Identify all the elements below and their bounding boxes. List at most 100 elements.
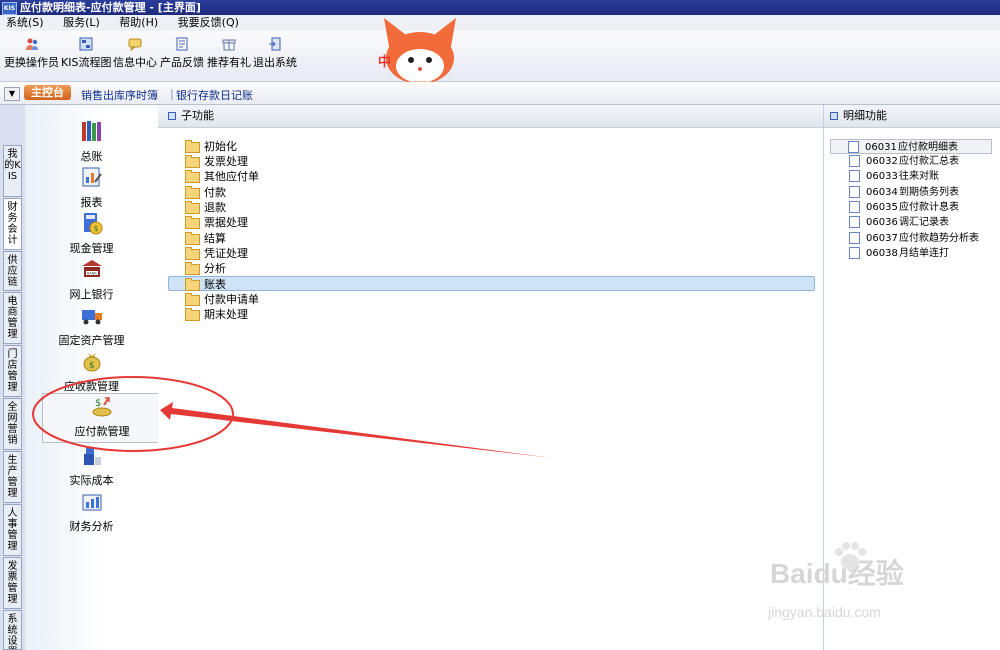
message-icon xyxy=(128,38,142,51)
document-icon xyxy=(849,170,860,182)
module-cash-management[interactable]: $ 现金管理 xyxy=(25,211,158,256)
sub-function-header: 子功能 xyxy=(158,105,823,128)
folder-initialization[interactable]: 初始化 xyxy=(185,139,237,154)
folder-other-payables[interactable]: 其他应付单 xyxy=(185,169,259,184)
detail-item-06033[interactable]: 06033往来对账 xyxy=(832,169,939,184)
bank-deposit-journal-link[interactable]: 银行存款日记账 xyxy=(176,87,253,103)
menu-bar: 系统(S) 服务(L) 帮助(H) 我要反馈(Q) xyxy=(0,15,1000,31)
folder-icon xyxy=(185,139,200,153)
exit-icon xyxy=(269,37,281,51)
cost-blocks-icon xyxy=(83,447,101,465)
detail-item-06035[interactable]: 06035应付款计息表 xyxy=(832,200,959,215)
folder-icon xyxy=(185,169,200,183)
folder-icon xyxy=(185,246,200,260)
watermark-url: jingyan.baidu.com xyxy=(768,604,881,620)
module-payables[interactable]: $ 应付款管理 xyxy=(42,393,162,443)
folder-open-icon xyxy=(185,277,200,291)
module-receivables[interactable]: $ 应收款管理 xyxy=(25,349,158,394)
recommend-gift-button[interactable]: 推荐有礼 xyxy=(207,37,251,70)
gift-icon xyxy=(222,39,236,51)
module-reports[interactable]: 报表 xyxy=(25,165,158,210)
folder-icon xyxy=(185,261,200,275)
folder-settlement[interactable]: 结算 xyxy=(185,231,226,246)
module-fixed-assets[interactable]: 固定资产管理 xyxy=(25,303,158,348)
home-console-tab[interactable]: 主控台 xyxy=(24,85,71,100)
folder-refund[interactable]: 退款 xyxy=(185,200,226,215)
folder-icon xyxy=(185,231,200,245)
detail-item-06037[interactable]: 06037应付款趋势分析表 xyxy=(832,231,979,246)
toolbar: 更换操作员 KIS流程图 信息中心 产品反馈 推荐有礼 退出系统 中 xyxy=(0,18,1000,103)
side-tab-ecommerce[interactable]: 电商管理 xyxy=(3,292,22,344)
detail-item-06031[interactable]: 06031应付款明细表 xyxy=(830,139,992,154)
document-icon xyxy=(848,141,859,153)
detail-item-06032[interactable]: 06032应付款汇总表 xyxy=(832,154,959,169)
menu-help[interactable]: 帮助(H) xyxy=(119,16,158,29)
menu-service[interactable]: 服务(L) xyxy=(63,16,100,29)
side-tab-strip: 我的KIS 财务会计 供应链 电商管理 门店管理 全网营销 生产管理 人事管理 … xyxy=(0,105,26,650)
folder-bill-processing[interactable]: 票据处理 xyxy=(185,215,248,230)
menu-feedback[interactable]: 我要反馈(Q) xyxy=(178,16,239,29)
detail-item-06036[interactable]: 06036调汇记录表 xyxy=(832,215,949,230)
analysis-chart-icon xyxy=(82,494,101,511)
side-tab-finance[interactable]: 财务会计 xyxy=(3,198,22,250)
side-tab-marketing[interactable]: 全网营销 xyxy=(3,398,22,450)
module-actual-cost[interactable]: 实际成本 xyxy=(25,443,158,488)
folder-icon xyxy=(185,200,200,214)
bank-icon: BANK xyxy=(81,260,102,277)
side-tab-invoice[interactable]: 发票管理 xyxy=(3,557,22,609)
detail-function-header: 明细功能 xyxy=(824,105,1000,128)
detail-item-06034[interactable]: 06034到期债务列表 xyxy=(832,185,959,200)
title-bar: KIS 应付款明细表-应付款管理 - [主界面] xyxy=(0,0,1000,15)
side-tab-supply-chain[interactable]: 供应链 xyxy=(3,251,22,291)
money-bag-icon: $ xyxy=(83,353,100,372)
folder-icon xyxy=(185,307,200,321)
svg-text:$: $ xyxy=(89,361,95,371)
paw-watermark-icon xyxy=(835,542,866,570)
change-operator-button[interactable]: 更换操作员 xyxy=(4,37,59,70)
users-icon xyxy=(25,38,38,50)
side-tab-hr[interactable]: 人事管理 xyxy=(3,504,22,556)
side-tab-production[interactable]: 生产管理 xyxy=(3,451,22,503)
folder-icon xyxy=(185,215,200,229)
app-icon: KIS xyxy=(2,2,17,15)
sub-function-pane: 子功能 初始化 发票处理 其他应付单 付款 退款 票据处理 结算 凭证处理 分析… xyxy=(158,105,824,650)
module-online-banking[interactable]: BANK 网上银行 xyxy=(25,257,158,302)
product-feedback-button[interactable]: 产品反馈 xyxy=(160,37,204,70)
folder-analysis[interactable]: 分析 xyxy=(185,261,226,276)
folder-period-end[interactable]: 期末处理 xyxy=(185,307,248,322)
exit-system-button[interactable]: 退出系统 xyxy=(253,37,297,70)
nav-dropdown-button[interactable]: ▼ xyxy=(4,87,20,101)
sales-outbound-journal-link[interactable]: 销售出库序时簿 xyxy=(81,87,158,103)
document-icon xyxy=(849,155,860,167)
svg-text:$: $ xyxy=(95,398,101,409)
folder-icon xyxy=(185,154,200,168)
menu-system[interactable]: 系统(S) xyxy=(6,16,44,29)
truck-icon xyxy=(81,310,102,325)
folder-payment-request[interactable]: 付款申请单 xyxy=(185,292,259,307)
books-icon xyxy=(81,121,101,141)
module-financial-analysis[interactable]: 财务分析 xyxy=(25,489,158,534)
info-center-button[interactable]: 信息中心 xyxy=(113,37,157,70)
window-title: 应付款明细表-应付款管理 - [主界面] xyxy=(20,1,201,14)
report-icon xyxy=(82,167,102,187)
svg-text:BANK: BANK xyxy=(87,272,97,276)
module-pane: 总账 报表 $ 现金管理 BANK 网上银行 固定资产管理 $ 应收款管理 $ … xyxy=(25,105,162,650)
document-icon xyxy=(849,186,860,198)
module-general-ledger[interactable]: 总账 xyxy=(25,119,158,164)
detail-item-06038[interactable]: 06038月结单连打 xyxy=(832,246,949,261)
nav-separator: | xyxy=(170,87,174,100)
folder-account-reports[interactable]: 账表 xyxy=(168,276,815,291)
svg-text:$: $ xyxy=(93,224,98,233)
flowchart-icon xyxy=(79,37,93,51)
side-tab-my-kis[interactable]: 我的KIS xyxy=(3,145,22,197)
document-icon xyxy=(849,216,860,228)
folder-voucher-processing[interactable]: 凭证处理 xyxy=(185,246,248,261)
side-tab-store[interactable]: 门店管理 xyxy=(3,345,22,397)
kis-flowchart-button[interactable]: KIS流程图 xyxy=(61,37,111,70)
side-tab-system-settings[interactable]: 系统设置 xyxy=(3,610,22,650)
folder-payment[interactable]: 付款 xyxy=(185,185,226,200)
folder-icon xyxy=(185,185,200,199)
folder-icon xyxy=(185,292,200,306)
document-icon xyxy=(849,201,860,213)
folder-invoice-processing[interactable]: 发票处理 xyxy=(185,154,248,169)
